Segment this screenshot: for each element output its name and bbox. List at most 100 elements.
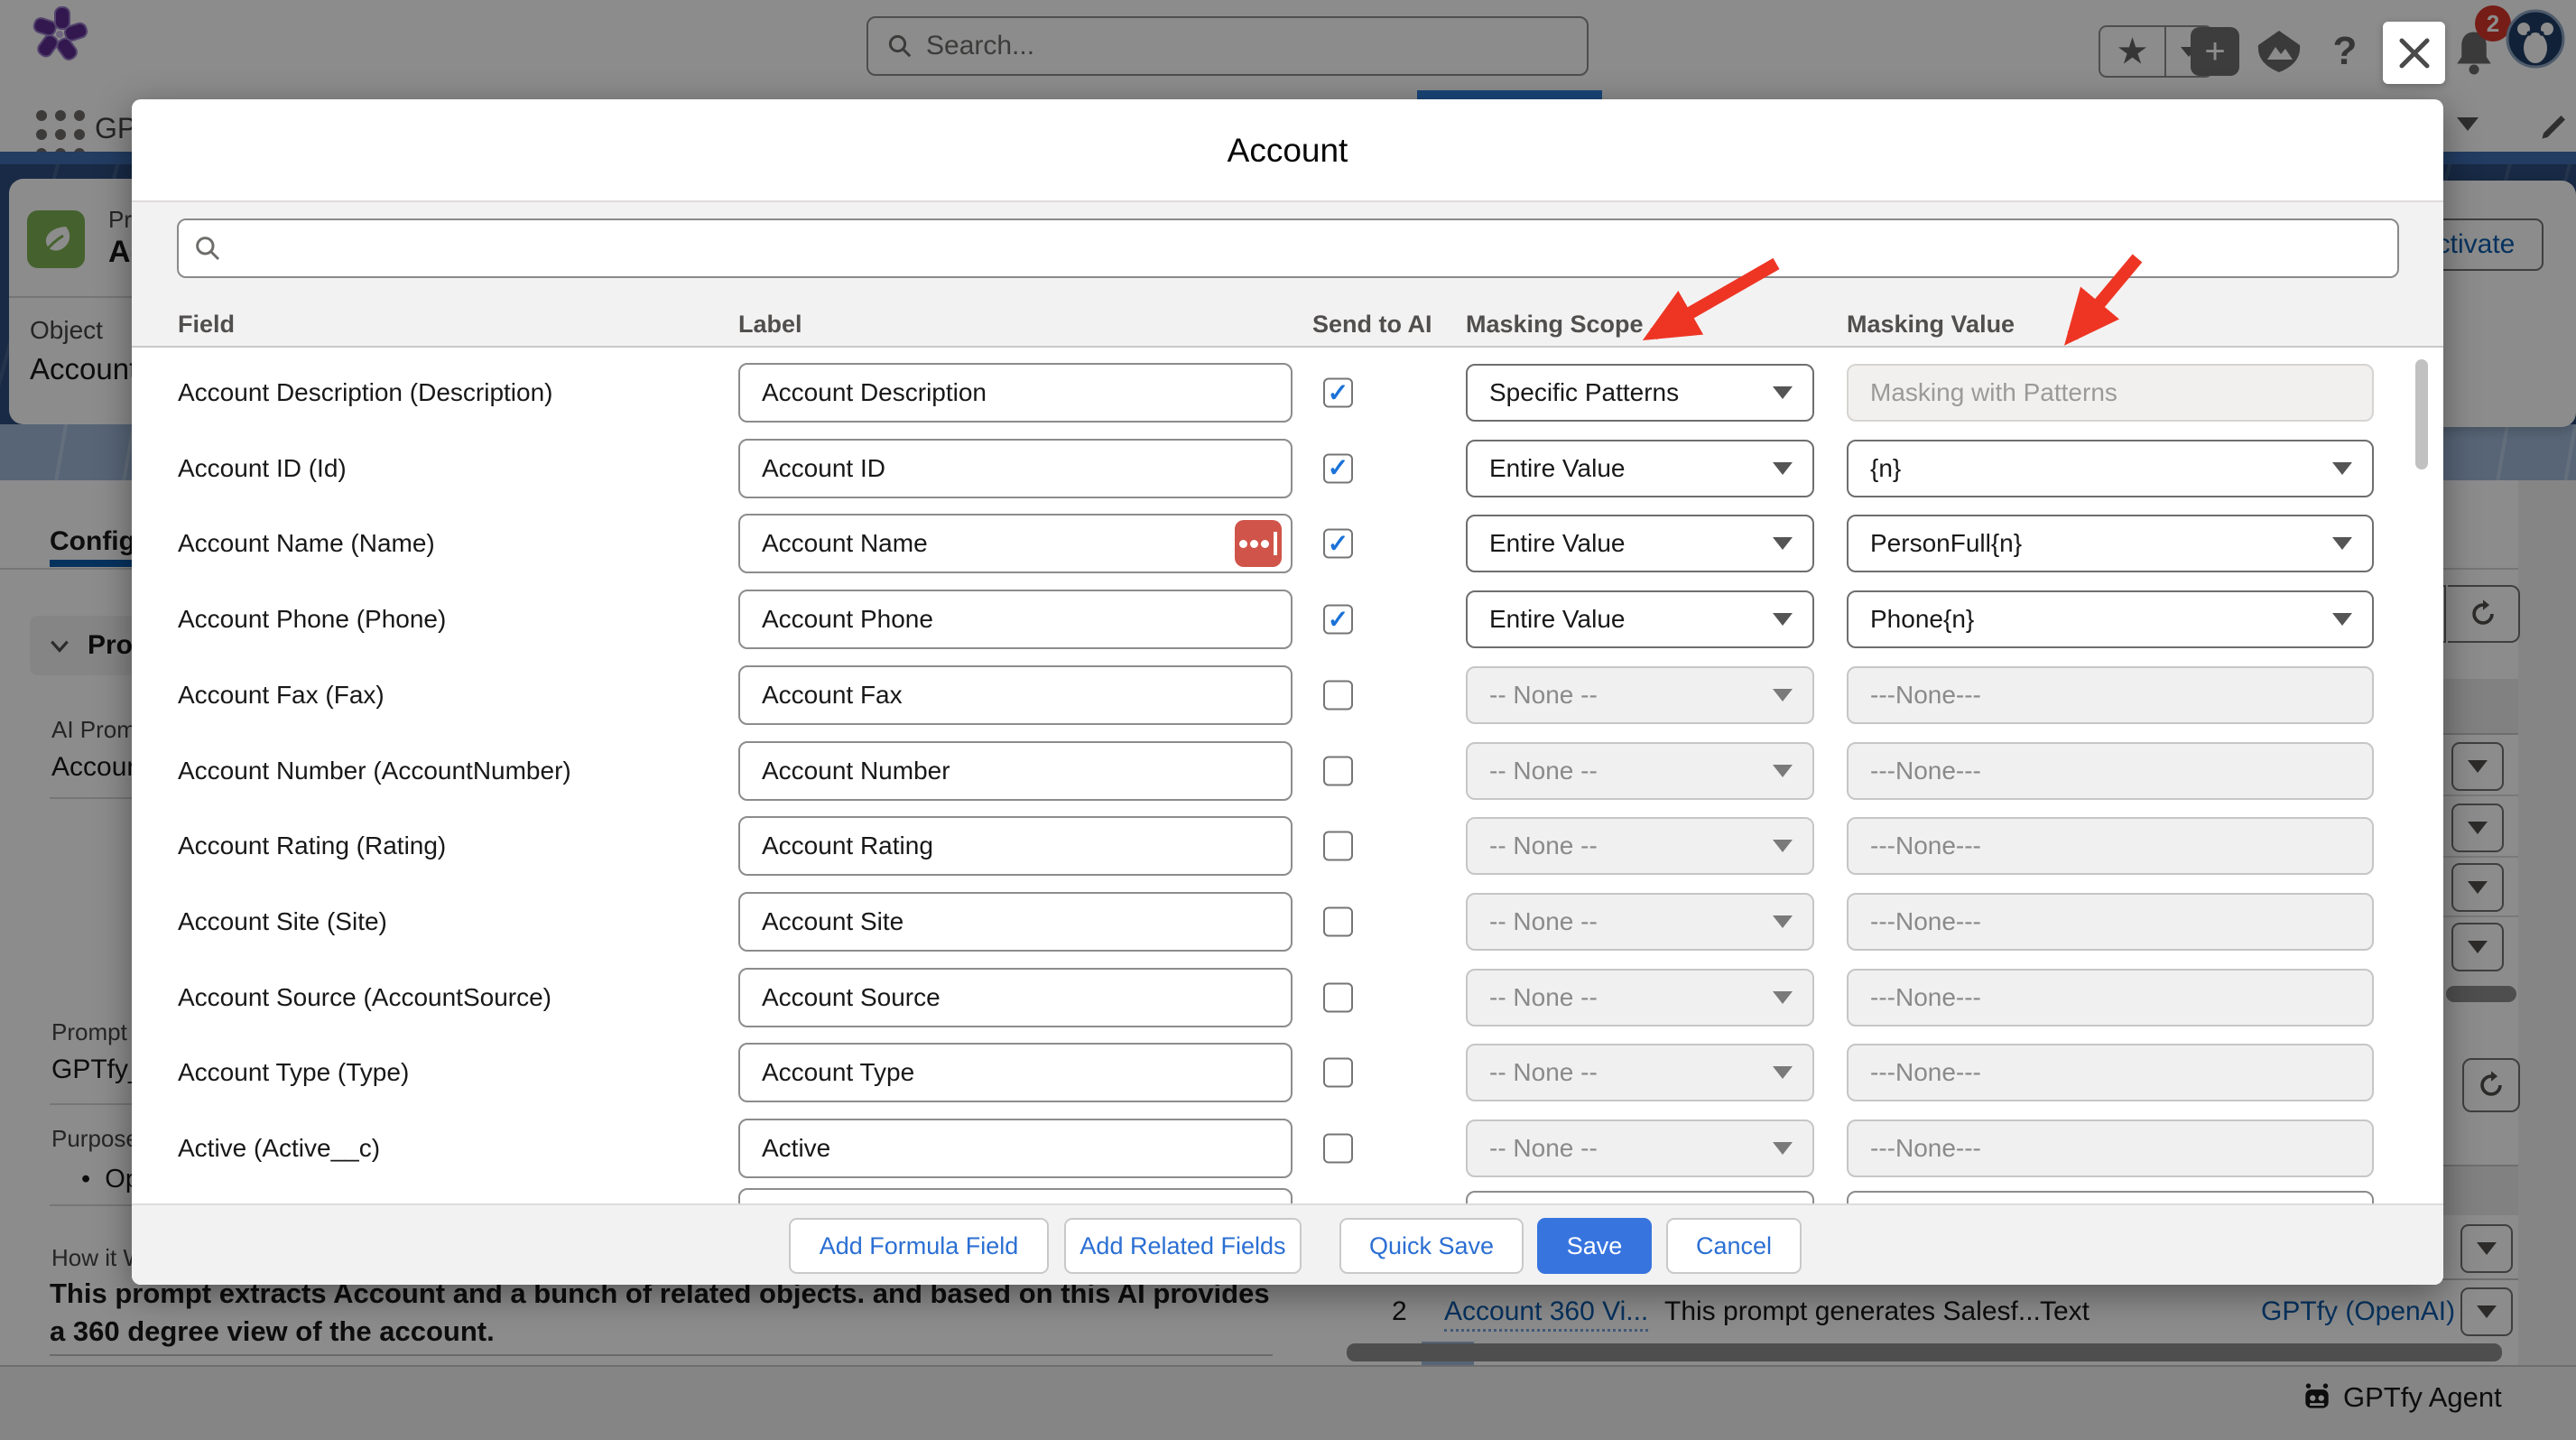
field-name: Account Number (AccountNumber) — [178, 757, 571, 785]
masking-value-select[interactable]: ---None--- — [1847, 893, 2374, 951]
send-to-ai-checkbox[interactable] — [1323, 982, 1353, 1012]
masking-value-select[interactable]: PersonFull{n} — [1847, 515, 2374, 572]
send-to-ai-checkbox[interactable] — [1323, 756, 1353, 785]
table-row: Account Site (Site) Account Site -- None -… — [132, 884, 2443, 960]
screen: Search... ★ + ? 2 GP — [0, 0, 2576, 1440]
field-masking-modal: Account Field Label Send to AI Masking S… — [132, 99, 2443, 1285]
masking-value-select[interactable]: ---None--- — [1847, 969, 2374, 1027]
cancel-button[interactable]: Cancel — [1666, 1218, 1802, 1274]
field-name: Active (Active__c) — [178, 1134, 380, 1163]
label-input[interactable]: Account Name — [738, 514, 1293, 573]
chevron-down-icon — [1773, 462, 1793, 475]
add-formula-field-button[interactable]: Add Formula Field — [789, 1218, 1049, 1274]
table-row: Account Source (AccountSource) Account So… — [132, 960, 2443, 1036]
chevron-down-icon — [1773, 915, 1793, 928]
mask-icon — [1235, 520, 1282, 567]
send-to-ai-checkbox[interactable] — [1323, 378, 1353, 408]
column-header-value: Masking Value — [1847, 311, 2015, 339]
masking-scope-select[interactable]: Entire Value — [1466, 515, 1814, 572]
field-search-input[interactable] — [177, 218, 2399, 278]
masking-scope-select[interactable]: -- None -- — [1466, 893, 1814, 951]
field-name: Account Rating (Rating) — [178, 831, 446, 860]
masking-value-input[interactable]: Masking with Patterns — [1847, 364, 2374, 422]
masking-scope-select[interactable]: Specific Patterns — [1466, 364, 1814, 422]
chevron-down-icon — [1773, 689, 1793, 701]
save-button[interactable]: Save — [1537, 1218, 1652, 1274]
table-row: Account Number (AccountNumber) Account Nu… — [132, 733, 2443, 809]
modal-footer: Add Formula Field Add Related Fields Qui… — [132, 1203, 2443, 1285]
label-input[interactable]: Active — [738, 1119, 1293, 1178]
masking-scope-select[interactable]: -- None -- — [1466, 1119, 1814, 1177]
send-to-ai-checkbox[interactable] — [1323, 1058, 1353, 1088]
send-to-ai-checkbox[interactable] — [1323, 453, 1353, 483]
chevron-down-icon — [1773, 991, 1793, 1004]
column-header-field: Field — [178, 311, 235, 339]
field-name: Account Description (Description) — [178, 378, 553, 407]
masking-value-select[interactable]: Phone{n} — [1847, 590, 2374, 648]
chevron-down-icon — [1773, 537, 1793, 550]
label-input[interactable]: Account Fax — [738, 665, 1293, 725]
add-related-fields-button[interactable]: Add Related Fields — [1064, 1218, 1302, 1274]
chevron-down-icon — [2332, 462, 2352, 475]
table-row-partial — [1466, 1191, 1814, 1203]
chevron-down-icon — [1773, 840, 1793, 852]
masking-value-select[interactable]: ---None--- — [1847, 817, 2374, 875]
table-row-partial — [738, 1188, 1293, 1203]
search-icon — [193, 234, 222, 263]
field-name: Account Source (AccountSource) — [178, 983, 551, 1012]
column-header-label: Label — [738, 311, 802, 339]
masking-value-select[interactable]: ---None--- — [1847, 1044, 2374, 1101]
table-row: Account Rating (Rating) Account Rating -- … — [132, 808, 2443, 884]
masking-value-select[interactable]: ---None--- — [1847, 1119, 2374, 1177]
send-to-ai-checkbox[interactable] — [1323, 1134, 1353, 1164]
table-row-partial — [1847, 1191, 2374, 1203]
chevron-down-icon — [1773, 1066, 1793, 1079]
field-name: Account Fax (Fax) — [178, 681, 385, 710]
label-input[interactable]: Account Description — [738, 363, 1293, 423]
chevron-down-icon — [1773, 1142, 1793, 1155]
quick-save-button[interactable]: Quick Save — [1339, 1218, 1524, 1274]
chevron-down-icon — [1773, 765, 1793, 777]
send-to-ai-checkbox[interactable] — [1323, 680, 1353, 710]
modal-toolbar: Field Label Send to AI Masking Scope Mas… — [132, 200, 2443, 348]
masking-scope-select[interactable]: -- None -- — [1466, 666, 1814, 724]
masking-scope-select[interactable]: Entire Value — [1466, 440, 1814, 497]
field-name: Account Type (Type) — [178, 1058, 409, 1087]
label-input[interactable]: Account Site — [738, 892, 1293, 952]
label-input[interactable]: Account Number — [738, 741, 1293, 801]
close-button[interactable] — [2383, 22, 2445, 84]
label-input[interactable]: Account Source — [738, 968, 1293, 1027]
label-input[interactable]: Account Phone — [738, 590, 1293, 649]
chevron-down-icon — [2332, 613, 2352, 626]
masking-scope-select[interactable]: -- None -- — [1466, 817, 1814, 875]
masking-scope-select[interactable]: Entire Value — [1466, 590, 1814, 648]
masking-value-select[interactable]: {n} — [1847, 440, 2374, 497]
send-to-ai-checkbox[interactable] — [1323, 906, 1353, 936]
table-row: Account Name (Name)Account NameEntire Va… — [132, 506, 2443, 581]
masking-value-select[interactable]: ---None--- — [1847, 666, 2374, 724]
masking-scope-select[interactable]: -- None -- — [1466, 1044, 1814, 1101]
column-header-send: Send to AI — [1312, 311, 1432, 339]
masking-value-select[interactable]: ---None--- — [1847, 742, 2374, 800]
send-to-ai-checkbox[interactable] — [1323, 605, 1353, 635]
masking-table: Account Description (Description) Account… — [132, 348, 2443, 1203]
masking-scope-select[interactable]: -- None -- — [1466, 969, 1814, 1027]
label-input[interactable]: Account Rating — [738, 816, 1293, 876]
field-name: Account Site (Site) — [178, 907, 387, 936]
field-name: Account Phone (Phone) — [178, 605, 446, 634]
chevron-down-icon — [2332, 537, 2352, 550]
modal-vertical-scrollbar[interactable] — [2415, 359, 2428, 469]
chevron-down-icon — [1773, 613, 1793, 626]
table-row: Account ID (Id) Account ID Entire Value {n} — [132, 431, 2443, 506]
send-to-ai-checkbox[interactable] — [1323, 831, 1353, 861]
table-row: Account Description (Description) Account… — [132, 355, 2443, 431]
label-input[interactable]: Account Type — [738, 1043, 1293, 1102]
send-to-ai-checkbox[interactable] — [1323, 529, 1353, 559]
column-header-scope: Masking Scope — [1466, 311, 1644, 339]
table-row: Account Phone (Phone) Account Phone Entire… — [132, 581, 2443, 657]
label-input[interactable]: Account ID — [738, 439, 1293, 498]
field-name: Account ID (Id) — [178, 454, 347, 483]
masking-scope-select[interactable]: -- None -- — [1466, 742, 1814, 800]
modal-title: Account — [132, 132, 2443, 170]
table-row: Active (Active__c) Active -- None -- ---Non… — [132, 1110, 2443, 1186]
